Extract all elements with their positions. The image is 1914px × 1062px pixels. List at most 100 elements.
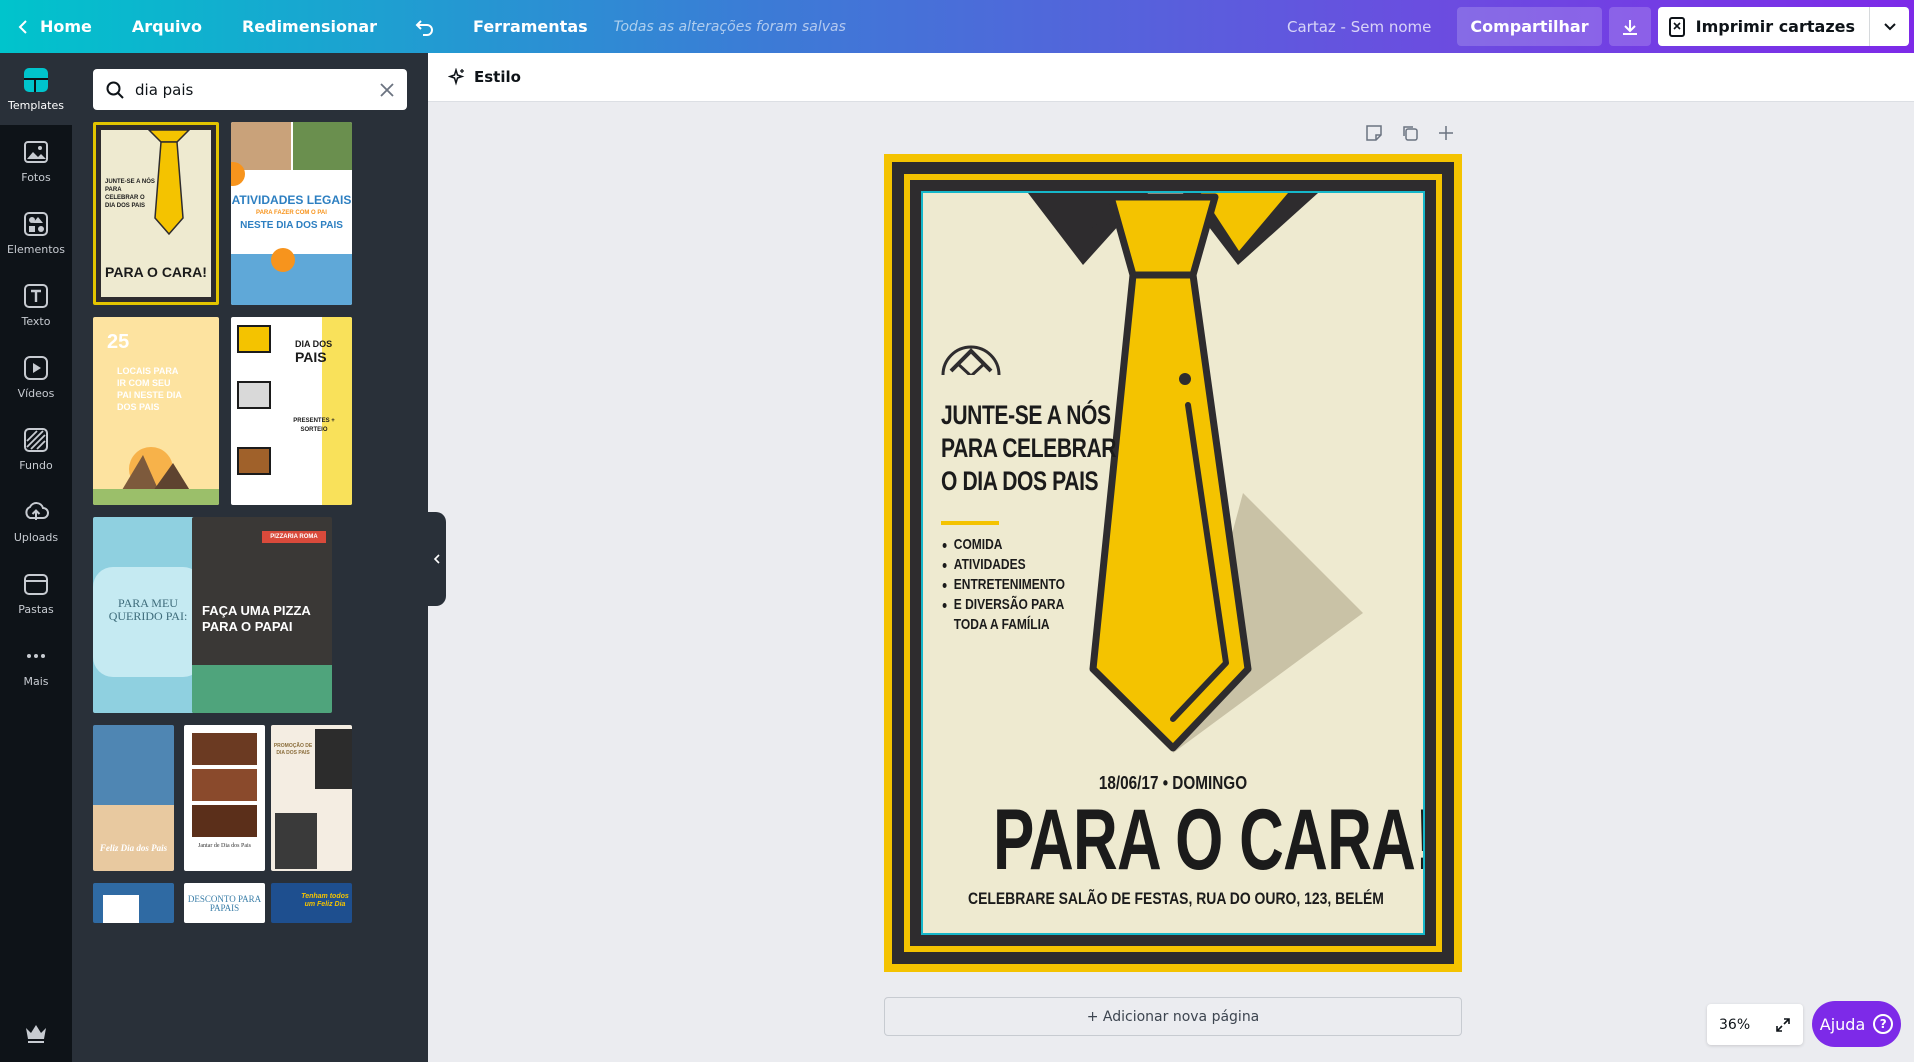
poster-list-item: COMIDA — [941, 535, 1065, 555]
fullscreen-icon[interactable] — [1775, 1017, 1791, 1033]
template-card[interactable]: Jantar de Dia dos Pais — [184, 725, 265, 871]
duplicate-page-icon[interactable] — [1401, 124, 1419, 142]
text-icon — [24, 283, 48, 308]
poster-heading[interactable]: JUNTE-SE A NÓS PARA CELEBRAR O DIA DOS P… — [941, 399, 1117, 498]
file-menu[interactable]: Arquivo — [112, 17, 222, 36]
template-card[interactable]: JUNTE-SE A NÓS PARA CELEBRAR O DIA DOS P… — [93, 122, 219, 305]
template-title: FAÇA UMA PIZZA PARA O PAPAI — [202, 603, 311, 634]
search-icon — [106, 81, 124, 99]
search-input[interactable] — [125, 80, 379, 99]
home-button[interactable]: Home — [0, 17, 112, 36]
resize-menu[interactable]: Redimensionar — [222, 17, 397, 36]
undo-button[interactable] — [397, 18, 453, 36]
print-icon — [1668, 16, 1685, 37]
background-icon — [24, 427, 48, 452]
collapse-panel-button[interactable] — [428, 512, 446, 606]
chevron-down-icon — [1883, 22, 1896, 30]
template-title: Feliz Dia dos Pais — [99, 843, 168, 853]
rail-item-folders[interactable]: Pastas — [0, 557, 72, 629]
rail-label: Pastas — [18, 602, 54, 616]
rail-label: Uploads — [13, 530, 59, 544]
rail-label: Elementos — [6, 242, 65, 256]
yellow-divider — [941, 521, 999, 525]
template-heading: JUNTE-SE A NÓS PARA CELEBRAR O DIA DOS P… — [105, 179, 155, 209]
crown-icon[interactable] — [23, 1020, 49, 1046]
question-icon: ? — [1873, 1014, 1894, 1034]
rail-label: Fundo — [19, 458, 53, 472]
rail-item-background[interactable]: Fundo — [0, 413, 72, 485]
photos-icon — [24, 140, 48, 163]
template-card[interactable]: Tenham todos um Feliz Dia — [271, 883, 352, 923]
template-card[interactable]: PARA MEU QUERIDO PAI: — [93, 517, 203, 713]
side-navigation: Templates Fotos Elementos Texto Vídeos F… — [0, 53, 72, 1062]
print-posters-button[interactable]: Imprimir cartazes — [1657, 7, 1909, 46]
clear-search-icon[interactable] — [379, 82, 395, 98]
rail-item-elements[interactable]: Elementos — [0, 197, 72, 269]
poster-list-item: E DIVERSÃO PARA — [941, 595, 1065, 615]
template-title: ATIVIDADES LEGAIS — [231, 193, 352, 207]
poster-heading-line: O DIA DOS PAIS — [941, 466, 1099, 496]
poster-title[interactable]: PARA O CARA! — [993, 795, 1423, 885]
template-title: Jantar de Dia dos Pais — [198, 843, 251, 849]
more-icon — [27, 653, 45, 658]
template-subtitle: NESTE DIA DOS PAIS — [240, 220, 343, 231]
template-card[interactable]: Feliz Dia dos Pais — [93, 725, 174, 871]
download-button[interactable] — [1608, 7, 1651, 46]
template-title: Tenham todos um Feliz Dia — [301, 893, 349, 908]
template-number: 25 — [107, 331, 130, 353]
rail-label: Fotos — [21, 170, 51, 184]
template-title: PAIS — [295, 349, 327, 365]
help-button[interactable]: Ajuda ? — [1812, 1001, 1901, 1047]
top-bar: Home Arquivo Redimensionar Ferramentas T… — [0, 0, 1914, 53]
page-tools — [1365, 124, 1455, 142]
template-card[interactable]: ATIVIDADES LEGAIS PARA FAZER COM O PAI N… — [231, 122, 352, 305]
zoom-level[interactable]: 36% — [1719, 1017, 1750, 1033]
poster-list-item: ATIVIDADES — [941, 555, 1065, 575]
template-card[interactable]: PIZZARIA ROMA FAÇA UMA PIZZA PARA O PAPA… — [192, 517, 332, 713]
rail-item-videos[interactable]: Vídeos — [0, 341, 72, 413]
template-card[interactable]: 25 LOCAIS PARA IR COM SEU PAI NESTE DIA … — [93, 317, 219, 505]
poster-page[interactable]: JUNTE-SE A NÓS PARA CELEBRAR O DIA DOS P… — [884, 154, 1462, 972]
poster-heading-line: JUNTE-SE A NÓS — [941, 400, 1111, 430]
rail-item-photos[interactable]: Fotos — [0, 125, 72, 197]
download-icon — [1622, 19, 1637, 35]
chevron-left-icon — [433, 554, 440, 564]
poster-address[interactable]: CELEBRARE SALÃO DE FESTAS, RUA DO OURO, … — [968, 889, 1384, 909]
style-button[interactable]: Estilo — [448, 68, 521, 86]
videos-icon — [24, 355, 48, 380]
rail-item-more[interactable]: Mais — [0, 629, 72, 701]
templates-icon — [24, 67, 48, 92]
editor-toolbar: Estilo — [428, 53, 1914, 102]
template-card[interactable]: PROMOÇÃO DE DIA DOS PAIS — [271, 725, 352, 871]
poster-list[interactable]: COMIDA ATIVIDADES ENTRETENIMENTO E DIVER… — [941, 535, 1065, 635]
note-icon[interactable] — [1365, 124, 1383, 142]
poster-canvas[interactable]: JUNTE-SE A NÓS PARA CELEBRAR O DIA DOS P… — [921, 191, 1425, 935]
template-card[interactable]: DIA DOS PAIS PRESENTES + SORTEIO — [231, 317, 352, 505]
rail-item-text[interactable]: Texto — [0, 269, 72, 341]
template-title: DIA DOS — [295, 339, 333, 349]
help-label: Ajuda — [1819, 1014, 1866, 1034]
add-new-page-button[interactable]: + Adicionar nova página — [884, 997, 1462, 1036]
add-page-icon[interactable] — [1437, 124, 1455, 142]
share-button[interactable]: Compartilhar — [1457, 7, 1602, 46]
rail-label: Mais — [23, 674, 49, 688]
template-card[interactable]: DESCONTO PARA PAPAIS — [184, 883, 265, 923]
elements-icon — [24, 211, 48, 236]
print-label: Imprimir cartazes — [1695, 17, 1855, 36]
poster-date[interactable]: 18/06/17 • DOMINGO — [961, 773, 1386, 794]
save-status: Todas as alterações foram salvas — [613, 18, 846, 35]
style-label: Estilo — [474, 68, 521, 86]
template-title: DESCONTO PARA PAPAIS — [187, 894, 262, 913]
rail-item-templates[interactable]: Templates — [0, 53, 72, 125]
rail-item-uploads[interactable]: Uploads — [0, 485, 72, 557]
zoom-control[interactable]: 36% — [1707, 1004, 1803, 1045]
print-options-button[interactable] — [1870, 7, 1909, 46]
template-subtitle: PARA FAZER COM O PAI — [256, 210, 327, 216]
template-text: LOCAIS PARA IR COM SEU PAI NESTE DIA DOS… — [117, 366, 182, 412]
template-title: PARA MEU QUERIDO PAI: — [108, 596, 188, 623]
print-main[interactable]: Imprimir cartazes — [1658, 7, 1870, 46]
document-name[interactable]: Cartaz - Sem nome — [1287, 18, 1457, 36]
tools-menu[interactable]: Ferramentas — [453, 17, 608, 36]
template-card[interactable] — [93, 883, 174, 923]
template-title: PARA O CARA! — [105, 264, 207, 280]
